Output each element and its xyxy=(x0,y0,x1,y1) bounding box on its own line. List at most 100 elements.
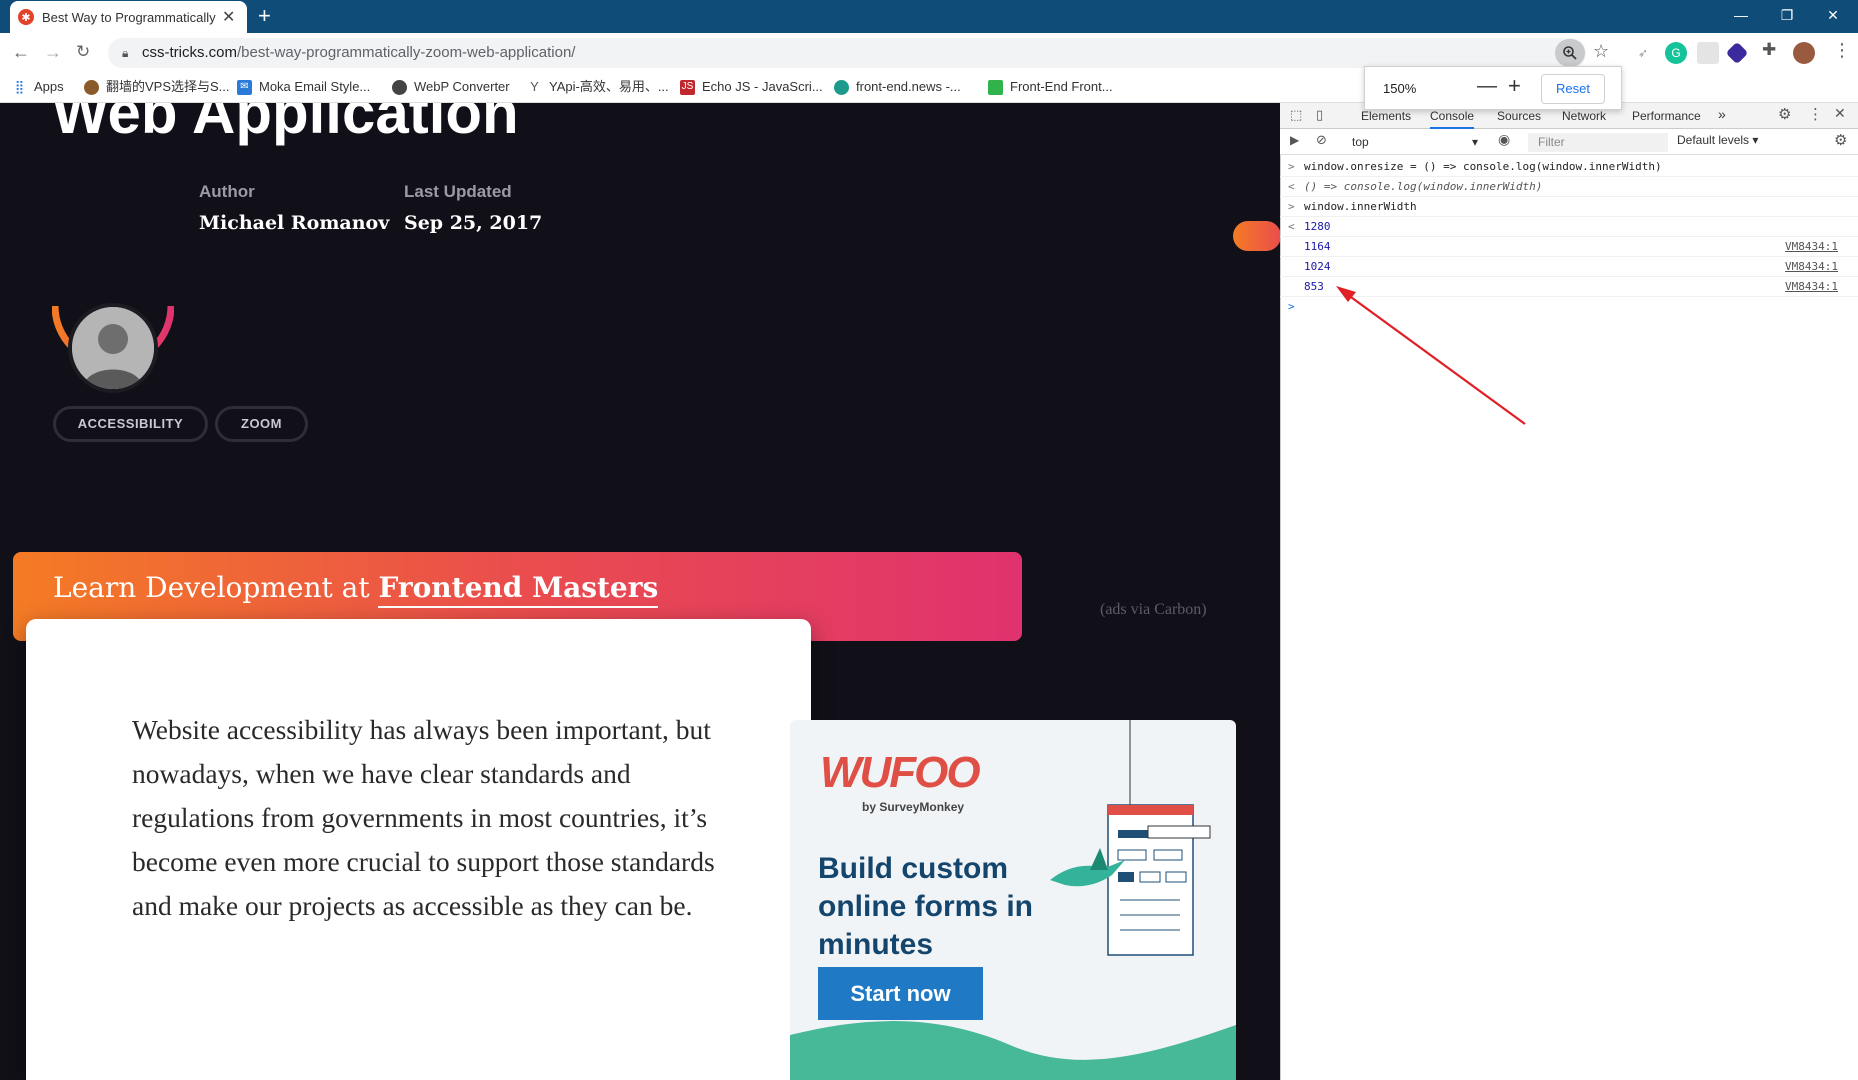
bookmark-vps[interactable]: 翻墙的VPS选择与S... xyxy=(84,77,230,97)
console-filter-input[interactable]: Filter xyxy=(1528,133,1668,152)
console-line: <1280 xyxy=(1280,217,1858,237)
tag-accessibility[interactable]: ACCESSIBILITY xyxy=(53,406,208,442)
bookmark-webp[interactable]: WebP Converter xyxy=(392,77,510,97)
tab-elements[interactable]: Elements xyxy=(1361,109,1411,123)
wufoo-by-surveymonkey: by SurveyMonkey xyxy=(862,800,965,814)
device-toolbar-icon[interactable]: ▯ xyxy=(1316,107,1323,123)
zoom-magnifier-icon[interactable] xyxy=(1555,39,1585,67)
console-text: 1280 xyxy=(1304,220,1331,233)
yapi-icon: Y xyxy=(530,79,539,94)
globe-icon xyxy=(84,79,99,95)
browser-tab[interactable]: ✱ Best Way to Programmatically Zoom a We… xyxy=(10,1,247,33)
forward-button[interactable]: → xyxy=(44,40,62,64)
prompt-glyph: < xyxy=(1288,220,1295,233)
extensions-puzzle-icon[interactable]: ✚ xyxy=(1762,40,1776,60)
sidebar-toggle-icon[interactable]: ▶ xyxy=(1290,133,1299,147)
bookmark-label: YApi-高效、易用、... xyxy=(549,79,669,94)
back-button[interactable]: ← xyxy=(12,40,30,64)
zoom-in-button[interactable]: + xyxy=(1508,73,1521,99)
tab-performance[interactable]: Performance xyxy=(1632,109,1701,123)
restore-button[interactable]: ❐ xyxy=(1764,2,1810,28)
close-window-button[interactable]: ✕ xyxy=(1810,2,1856,28)
minimize-button[interactable]: — xyxy=(1718,2,1764,28)
browser-titlebar xyxy=(0,0,1858,33)
source-link[interactable]: VM8434:1 xyxy=(1785,257,1838,277)
console-text: window.innerWidth xyxy=(1304,200,1417,213)
promo-text[interactable]: Learn Development at Frontend Masters xyxy=(53,571,659,608)
devtools-close-icon[interactable]: ✕ xyxy=(1834,105,1846,122)
source-link[interactable]: VM8434:1 xyxy=(1785,277,1838,297)
log-levels-dropdown[interactable]: Default levels ▾ xyxy=(1677,133,1758,147)
chevron-down-icon: ▾ xyxy=(1471,135,1478,149)
extension-square-icon[interactable] xyxy=(1697,42,1719,64)
form-illustration-icon xyxy=(1050,720,1211,956)
red-arrow-annotation xyxy=(1336,286,1526,425)
author-label: Author xyxy=(199,182,255,201)
prompt-glyph: > xyxy=(1288,160,1295,173)
bookmark-label: Echo JS - JavaScri... xyxy=(702,79,823,94)
author-avatar xyxy=(68,303,158,393)
console-line: > window.innerWidth xyxy=(1280,197,1858,217)
apps-grid-icon: ⣿ xyxy=(14,79,25,94)
console-text: 1164 xyxy=(1304,240,1331,253)
article-body-text: Website accessibility has always been im… xyxy=(132,714,715,921)
css-tricks-star-icon: ✱ xyxy=(18,9,34,25)
console-line: 1024 VM8434:1 xyxy=(1280,257,1858,277)
console-text: 1024 xyxy=(1304,260,1331,273)
prompt-glyph: > xyxy=(1288,200,1295,213)
live-expression-eye-icon[interactable]: ◉ xyxy=(1498,131,1510,148)
bookmark-yapi[interactable]: Y YApi-高效、易用、... xyxy=(527,77,669,97)
grammarly-icon[interactable]: G xyxy=(1665,42,1687,64)
devtools-menu-icon[interactable]: ⋮ xyxy=(1808,105,1823,123)
tab-title: Best Way to Programmatically Zoom a Web … xyxy=(42,9,216,25)
tab-sources[interactable]: Sources xyxy=(1497,109,1541,123)
tab-console[interactable]: Console xyxy=(1430,109,1475,129)
news-icon xyxy=(834,79,849,95)
console-line: < () => console.log(window.innerWidth) xyxy=(1280,177,1858,197)
bookmark-echojs[interactable]: JS Echo JS - JavaScri... xyxy=(680,77,823,97)
tag-zoom[interactable]: ZOOM xyxy=(215,406,308,442)
reload-button[interactable]: ↻ xyxy=(76,40,90,64)
ad-wave-decoration xyxy=(790,1021,1236,1080)
source-link[interactable]: VM8434:1 xyxy=(1785,237,1838,257)
webp-icon xyxy=(392,79,407,95)
prompt-caret-icon: > xyxy=(1288,300,1295,313)
bookmark-moka[interactable]: ✉ Moka Email Style... xyxy=(237,77,370,97)
more-tabs-icon[interactable]: » xyxy=(1718,106,1726,122)
promo-prefix: Learn Development at xyxy=(53,571,379,604)
wufoo-ad[interactable]: WUFOO by SurveyMonkey Build custom onlin… xyxy=(790,720,1236,1080)
author-name[interactable]: Michael Romanov xyxy=(199,212,389,234)
orange-pill-badge xyxy=(1233,221,1280,251)
clear-console-icon[interactable]: ⊘ xyxy=(1316,132,1327,148)
zoom-reset-button[interactable]: Reset xyxy=(1541,74,1605,104)
chrome-menu-icon[interactable]: ⋮ xyxy=(1833,40,1851,61)
bookmark-label: front-end.news -... xyxy=(856,79,961,94)
tab-network[interactable]: Network xyxy=(1562,109,1606,123)
new-tab-button[interactable]: + xyxy=(258,4,271,28)
inspect-element-icon[interactable]: ⬚ xyxy=(1290,107,1302,123)
bookmark-frontend-front[interactable]: Front-End Front... xyxy=(988,77,1113,97)
carbon-ads-note[interactable]: (ads via Carbon) xyxy=(1100,601,1207,619)
lock-icon[interactable]: 🔒︎ xyxy=(122,46,128,61)
updated-date: Sep 25, 2017 xyxy=(404,212,543,234)
bookmark-apps[interactable]: ⣿ Apps xyxy=(12,77,64,97)
article-title: Web Application xyxy=(52,103,519,146)
context-selector[interactable]: top ▾ xyxy=(1344,133,1484,152)
console-text: () => console.log(window.innerWidth) xyxy=(1304,180,1543,193)
console-text: 853 xyxy=(1304,280,1324,293)
console-text: window.onresize = () => console.log(wind… xyxy=(1304,160,1662,173)
profile-avatar[interactable] xyxy=(1793,42,1815,64)
bookmark-label: Front-End Front... xyxy=(1010,79,1113,94)
zoom-popup: 150% — + Reset xyxy=(1364,66,1622,110)
url-text[interactable]: css-tricks.com/best-way-programmatically… xyxy=(142,42,575,64)
console-settings-icon[interactable]: ⚙ xyxy=(1834,131,1847,149)
bookmark-frontend-news[interactable]: front-end.news -... xyxy=(834,77,961,97)
promo-brand[interactable]: Frontend Masters xyxy=(378,571,659,608)
zoom-out-button[interactable]: — xyxy=(1477,75,1497,98)
ad-headline: Build custom online forms in minutes xyxy=(818,852,1034,961)
bookmark-star-icon[interactable]: ☆ xyxy=(1593,41,1609,62)
bookmark-label: Apps xyxy=(34,79,64,94)
extension-cursor-icon[interactable]: ➶ xyxy=(1632,42,1654,64)
close-tab-icon[interactable]: ✕ xyxy=(222,7,235,27)
devtools-settings-icon[interactable]: ⚙ xyxy=(1778,105,1791,123)
